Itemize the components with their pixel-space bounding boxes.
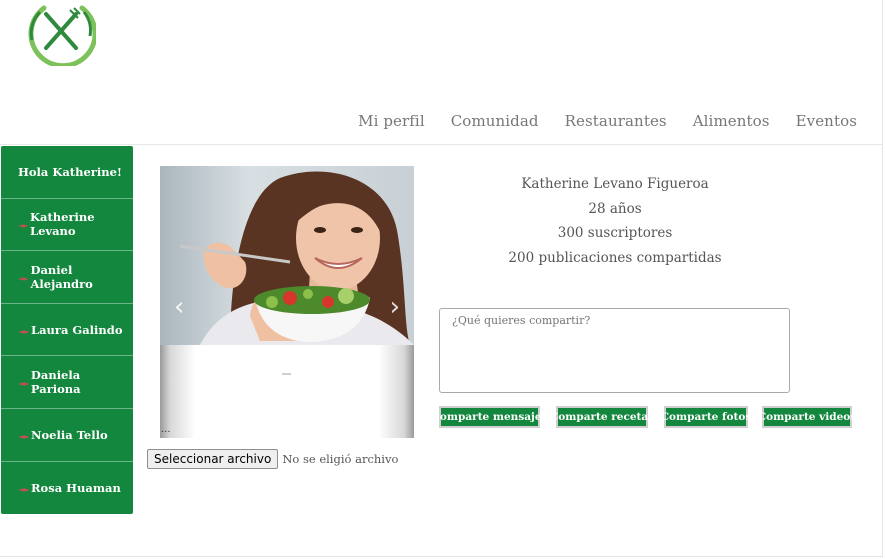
share-textarea[interactable] [439, 308, 790, 393]
share-messages-button[interactable]: Comparte mensajes [432, 406, 547, 428]
sidebar-item-katherine-levano[interactable]: Katherine Levano [1, 199, 133, 252]
arrow-bullet-icon [18, 382, 28, 387]
carousel-caption-area [160, 345, 414, 438]
profile-posts: 200 publicaciones compartidas [508, 249, 722, 266]
profile-age: 28 años [588, 200, 642, 217]
arrow-bullet-icon [18, 224, 28, 229]
nav-restaurantes[interactable]: Restaurantes [565, 112, 667, 130]
sidebar-item-label: Katherine Levano [30, 210, 95, 239]
nav-comunidad[interactable]: Comunidad [451, 112, 539, 130]
sidebar-item-daniel-alejandro[interactable]: Daniel Alejandro [1, 251, 133, 304]
carousel-caption: ... [161, 424, 171, 435]
sidebar-greeting: Hola Katherine! [1, 146, 133, 199]
sidebar-item-daniela-pariona[interactable]: Daniela Pariona [1, 356, 133, 409]
sidebar: Hola Katherine! Katherine Levano Daniel … [1, 146, 133, 514]
woman-eating-salad-photo [160, 166, 414, 345]
greeting-label: Hola Katherine! [18, 164, 122, 179]
header-divider [0, 144, 883, 145]
nav-alimentos[interactable]: Alimentos [693, 112, 770, 130]
share-videos-button[interactable]: Comparte videos [758, 406, 856, 428]
chevron-right-icon[interactable]: › [390, 294, 400, 320]
sidebar-item-label: Rosa Huaman [31, 480, 121, 495]
sidebar-item-label: Laura Galindo [31, 322, 123, 337]
arrow-bullet-icon [18, 487, 28, 492]
arrow-bullet-icon [18, 434, 28, 439]
sidebar-item-laura-galindo[interactable]: Laura Galindo [1, 304, 133, 357]
arrow-bullet-icon [18, 277, 28, 281]
arrow-bullet-icon [18, 329, 28, 334]
share-recipes-button[interactable]: Comparte recetas [550, 406, 654, 428]
nav-mi-perfil[interactable]: Mi perfil [358, 112, 425, 130]
photo-carousel: ‹ › [160, 166, 414, 438]
chevron-left-icon[interactable]: ‹ [174, 294, 184, 320]
share-photos-button[interactable]: Comparte fotos [661, 406, 751, 428]
profile-name: Katherine Levano Figueroa [521, 176, 709, 192]
carousel-indicator[interactable] [282, 373, 291, 375]
nav-eventos[interactable]: Eventos [796, 112, 857, 130]
sidebar-item-label: Noelia Tello [31, 427, 108, 442]
fork-knife-logo-icon[interactable] [24, 0, 96, 66]
sidebar-item-rosa-huaman[interactable]: Rosa Huaman [1, 462, 133, 515]
select-file-button[interactable]: Seleccionar archivo [147, 449, 279, 469]
file-upload: Seleccionar archivo No se eligió archivo [147, 449, 398, 469]
profile-info: Katherine Levano Figueroa 28 años 300 su… [440, 172, 790, 270]
sidebar-item-noelia-tello[interactable]: Noelia Tello [1, 409, 133, 462]
profile-subscribers: 300 suscriptores [557, 225, 673, 242]
file-status-text: No se eligió archivo [282, 452, 399, 466]
sidebar-item-label: Daniel Alejandro [30, 262, 93, 291]
main-nav: Mi perfil Comunidad Restaurantes Aliment… [332, 112, 857, 130]
sidebar-item-label: Daniela Pariona [30, 368, 81, 397]
